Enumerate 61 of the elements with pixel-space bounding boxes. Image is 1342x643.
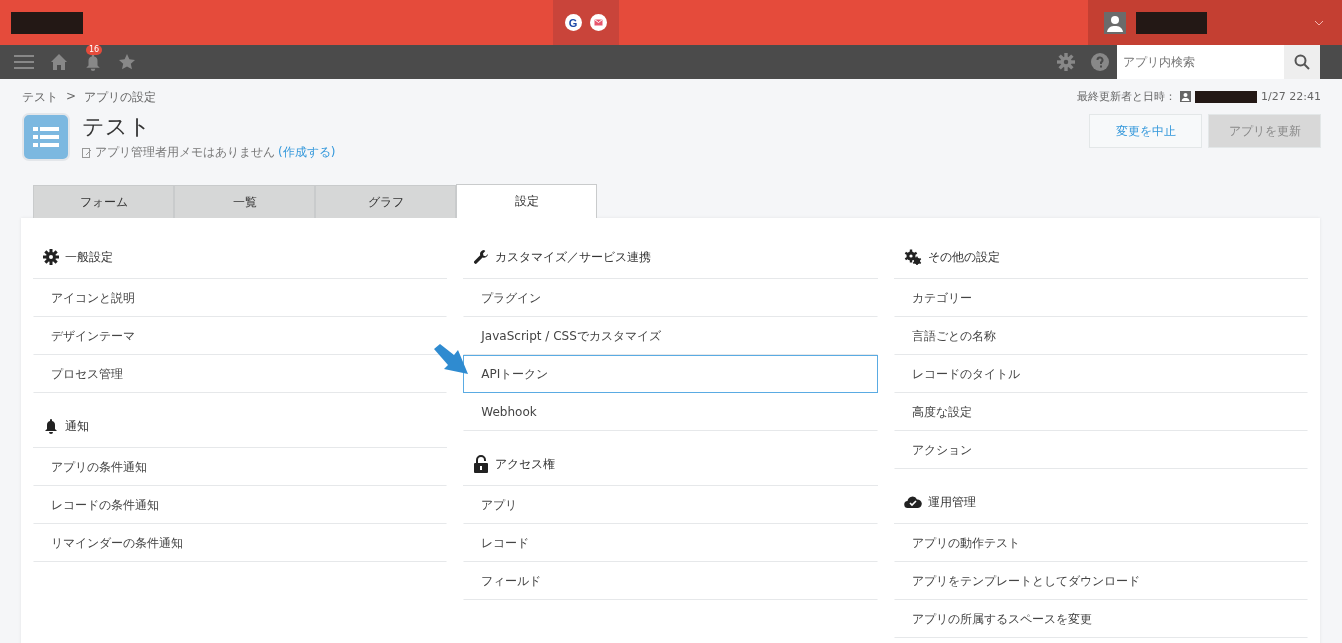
tab[interactable]: 一覧 (174, 185, 315, 218)
redaction-block (1195, 90, 1258, 103)
settings-link[interactable]: Webhook (463, 393, 878, 431)
section-title: 一般設定 (65, 248, 113, 266)
settings-link[interactable]: アクション (893, 431, 1308, 469)
help-icon[interactable] (1091, 53, 1109, 71)
bell-icon (43, 418, 59, 434)
section-title: 通知 (65, 417, 89, 435)
bell-icon[interactable] (84, 53, 102, 71)
breadcrumb-current: アプリの設定 (84, 89, 157, 106)
mail-icon[interactable] (589, 14, 607, 31)
section-title: カスタマイズ／サービス連携 (495, 248, 652, 266)
user-avatar-icon (1180, 91, 1192, 102)
settings-link[interactable]: レコードの条件通知 (33, 486, 448, 524)
settings-link[interactable]: レコード (463, 524, 878, 562)
tab[interactable]: 設定 (456, 184, 597, 218)
search-field[interactable]: アプリ内検索 (1117, 45, 1284, 79)
gears-icon (903, 249, 922, 265)
menu-icon[interactable] (14, 53, 34, 71)
breadcrumb-separator: > (66, 89, 77, 105)
settings-link[interactable]: APIトークン (463, 355, 878, 393)
settings-icon[interactable] (1057, 53, 1075, 71)
section-title: その他の設定 (927, 248, 1000, 266)
memo-text: アプリ管理者用メモはありません (95, 144, 275, 161)
memo-icon (82, 147, 92, 158)
notification-count: 16 (86, 45, 103, 55)
settings-link[interactable]: アプリ (463, 486, 878, 524)
section-title: 運用管理 (927, 493, 976, 511)
unlocked-padlock-icon (473, 455, 490, 473)
section-title: アクセス権 (495, 455, 556, 473)
settings-link[interactable]: アイコンと説明 (33, 279, 448, 317)
search-button[interactable] (1284, 45, 1320, 79)
pointer-arrow (434, 344, 468, 374)
last-updated-label: 最終更新者と日時： (1077, 89, 1177, 104)
search-icon (1294, 54, 1310, 70)
settings-link[interactable]: アプリをテンプレートとしてダウンロード (893, 562, 1308, 600)
user-avatar-icon[interactable] (1104, 11, 1126, 34)
settings-link[interactable]: 言語ごとの名称 (893, 317, 1308, 355)
cloud-check-icon (903, 495, 922, 509)
g-badge[interactable]: G (564, 14, 582, 31)
settings-link[interactable]: アプリの動作テスト (893, 524, 1308, 562)
breadcrumb-link[interactable]: テスト (22, 89, 58, 106)
settings-link[interactable]: 高度な設定 (893, 393, 1308, 431)
settings-link[interactable]: カテゴリー (893, 279, 1308, 317)
tab[interactable]: フォーム (33, 185, 174, 218)
settings-link[interactable]: リマインダーの条件通知 (33, 524, 448, 562)
settings-link[interactable]: アプリの条件通知 (33, 448, 448, 486)
home-icon[interactable] (50, 53, 68, 71)
app-title: テスト (82, 113, 152, 141)
app-icon (22, 112, 70, 161)
settings-link[interactable]: JavaScript / CSSでカスタマイズ (463, 317, 878, 355)
settings-link[interactable]: レコードのタイトル (893, 355, 1308, 393)
gear-icon (43, 249, 59, 265)
star-icon[interactable] (118, 53, 136, 71)
chevron-down-icon[interactable] (1314, 19, 1324, 26)
settings-link[interactable]: フィールド (463, 562, 878, 600)
tab[interactable]: グラフ (315, 185, 456, 218)
last-updated-time: 1/27 22:41 (1261, 90, 1321, 103)
wrench-icon (473, 249, 490, 265)
settings-link[interactable]: アプリの所属するスペースを変更 (893, 600, 1308, 638)
settings-link[interactable]: プラグイン (463, 279, 878, 317)
